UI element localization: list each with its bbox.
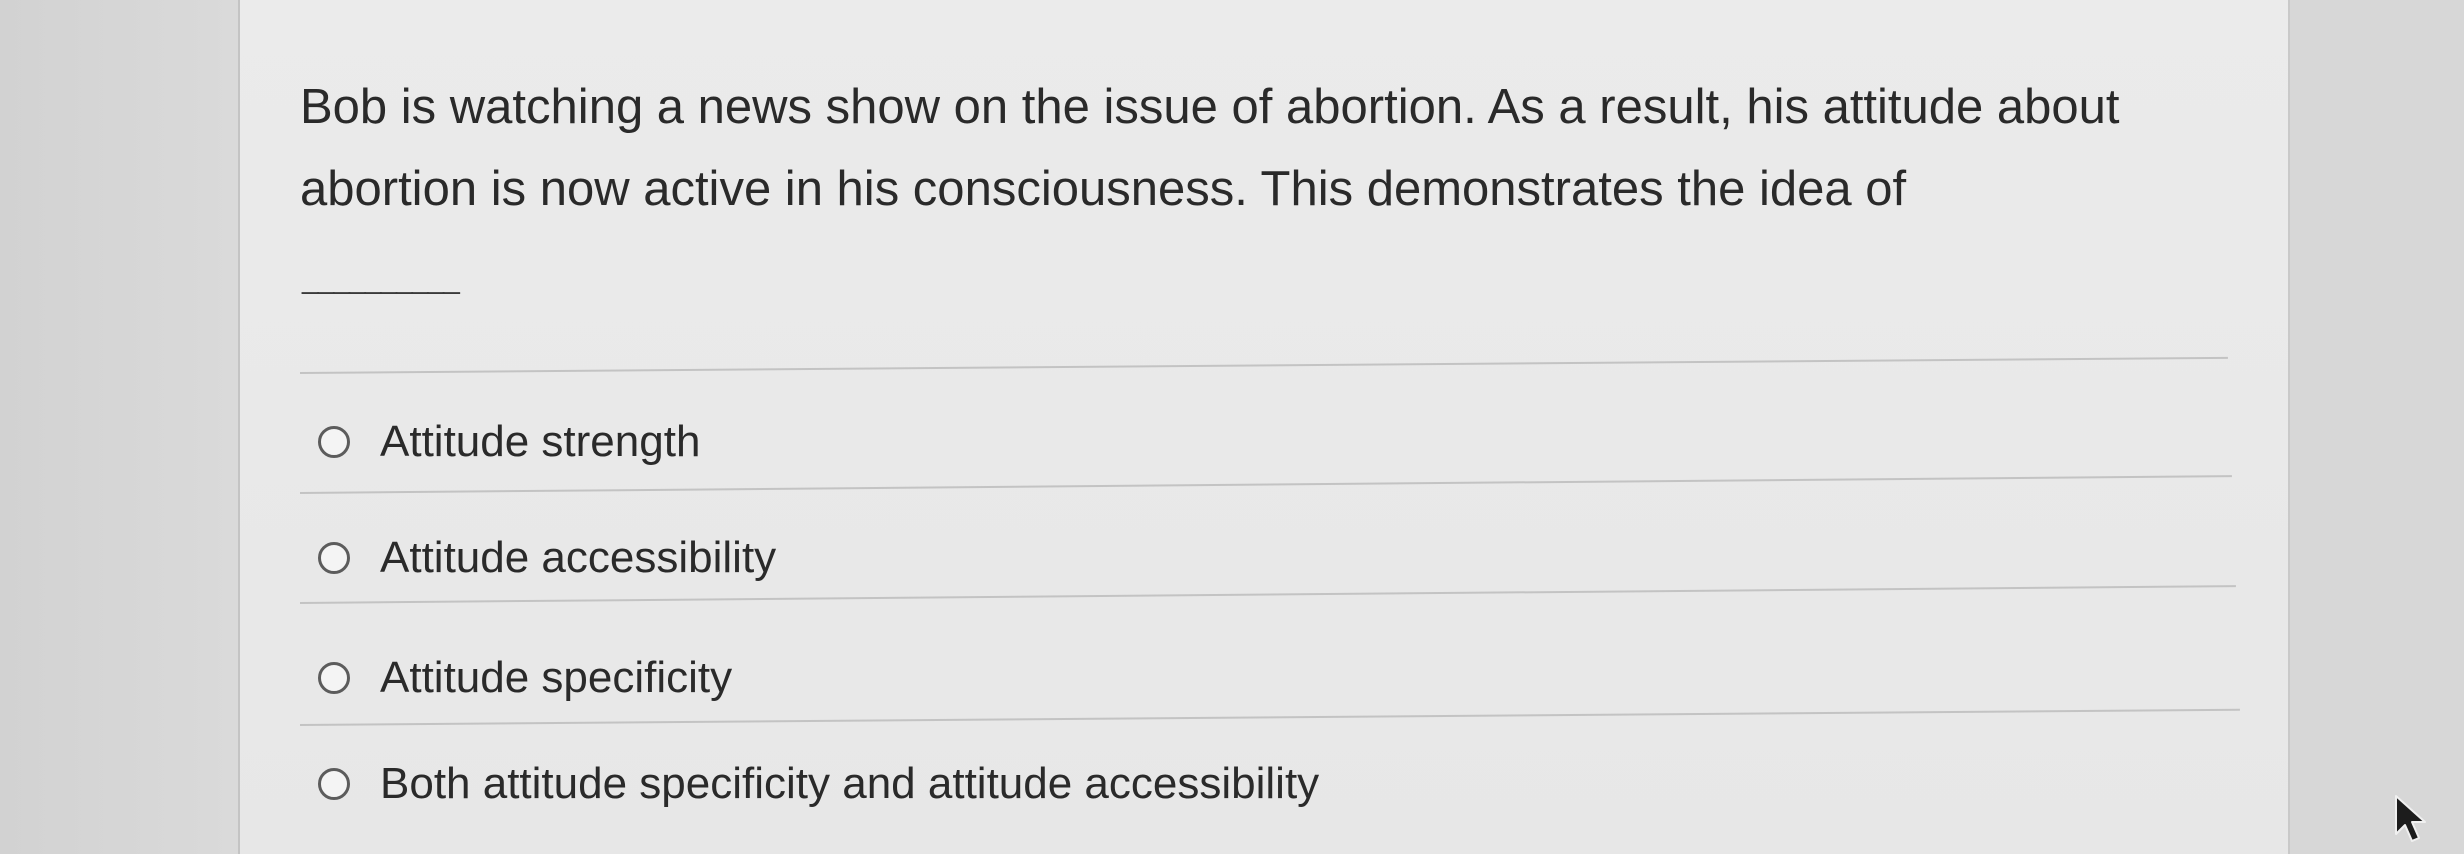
option-label: Attitude strength (380, 417, 701, 466)
option-label: Attitude accessibility (380, 533, 777, 582)
radio-button[interactable] (318, 662, 350, 694)
radio-button[interactable] (318, 768, 350, 800)
option-attitude-accessibility[interactable]: Attitude accessibility (318, 528, 776, 588)
answer-blank: __________ (302, 262, 460, 295)
option-label: Both attitude specificity and attitude a… (380, 759, 1320, 808)
option-attitude-specificity[interactable]: Attitude specificity (318, 648, 732, 708)
option-both-specificity-accessibility[interactable]: Both attitude specificity and attitude a… (318, 754, 1319, 814)
option-label: Attitude specificity (380, 653, 733, 702)
radio-button[interactable] (318, 426, 350, 458)
option-attitude-strength[interactable]: Attitude strength (318, 412, 700, 472)
right-background (2290, 0, 2464, 854)
left-background (0, 0, 238, 854)
radio-button[interactable] (318, 542, 350, 574)
question-text: Bob is watching a news show on the issue… (300, 80, 2120, 216)
mouse-cursor-icon (2395, 795, 2426, 842)
